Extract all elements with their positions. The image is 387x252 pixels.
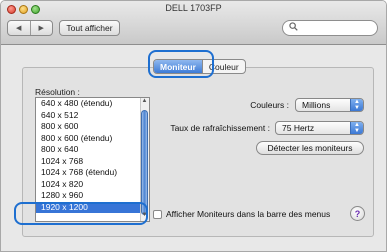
list-scrollbar[interactable]: ▲ ▼ — [140, 98, 149, 221]
search-icon — [289, 22, 298, 33]
popup-arrows-icon: ▲ ▼ — [350, 99, 363, 111]
menu-bar-checkbox-label[interactable]: Afficher Moniteurs dans la barre des men… — [166, 209, 330, 219]
help-button[interactable]: ? — [350, 206, 365, 221]
list-item[interactable]: 640 x 480 (étendu) — [36, 98, 149, 110]
list-item[interactable]: 1024 x 820 — [36, 179, 149, 191]
refresh-popup[interactable]: 75 Hertz ▲ ▼ — [275, 121, 364, 135]
colors-label: Couleurs : — [250, 100, 289, 110]
tab-couleur[interactable]: Couleur — [201, 60, 245, 73]
scroll-thumb[interactable] — [141, 110, 148, 215]
search-input[interactable] — [282, 20, 378, 36]
window-title: DELL 1703FP — [165, 3, 222, 13]
back-forward-group: ◀ ▶ — [7, 20, 53, 36]
refresh-label: Taux de rafraîchissement : — [170, 123, 270, 133]
list-item[interactable]: 800 x 600 — [36, 121, 149, 133]
detect-monitors-button[interactable]: Détecter les moniteurs — [256, 141, 364, 155]
forward-arrow-icon[interactable]: ▶ — [29, 21, 53, 35]
menu-bar-checkbox[interactable] — [153, 210, 162, 219]
resolution-list[interactable]: 640 x 480 (étendu) 640 x 512 800 x 600 8… — [35, 97, 150, 222]
list-item[interactable]: 640 x 512 — [36, 110, 149, 122]
refresh-value: 75 Hertz — [282, 123, 315, 133]
tab-bar: Moniteur Couleur — [153, 59, 246, 74]
tab-moniteur[interactable]: Moniteur — [154, 60, 202, 73]
popup-arrows-icon: ▲ ▼ — [350, 122, 363, 134]
show-all-button[interactable]: Tout afficher — [59, 20, 120, 36]
back-arrow-icon[interactable]: ◀ — [8, 21, 30, 35]
list-item[interactable]: 1024 x 768 (étendu) — [36, 167, 149, 179]
list-item[interactable]: 1280 x 960 — [36, 190, 149, 202]
preferences-window: DELL 1703FP ◀ ▶ Tout afficher Moniteur C… — [0, 0, 387, 252]
colors-value: Millions — [302, 100, 331, 110]
resolution-label: Résolution : — [35, 87, 80, 97]
colors-popup[interactable]: Millions ▲ ▼ — [295, 98, 364, 112]
scroll-up-icon[interactable]: ▲ — [140, 98, 149, 107]
list-item-selected[interactable]: 1920 x 1200 — [36, 201, 149, 213]
title-toolbar: DELL 1703FP ◀ ▶ Tout afficher — [1, 1, 386, 45]
scroll-down-icon[interactable]: ▼ — [140, 212, 149, 221]
list-item[interactable]: 800 x 600 (étendu) — [36, 133, 149, 145]
list-item[interactable]: 1024 x 768 — [36, 156, 149, 168]
list-item[interactable]: 800 x 640 — [36, 144, 149, 156]
